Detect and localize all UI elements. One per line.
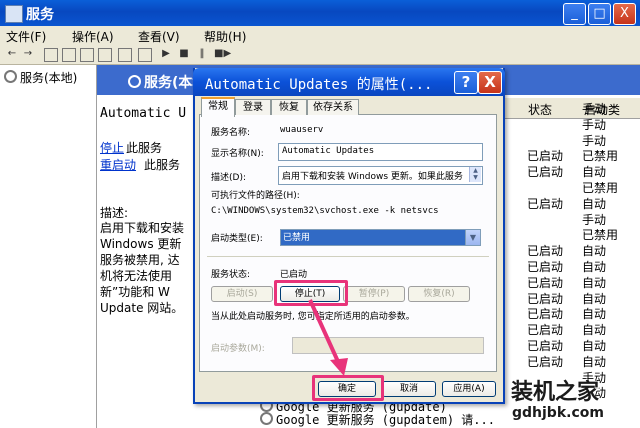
restart-service-link[interactable]: 重启动 (100, 156, 136, 173)
stop-link-suffix: 此服务 (126, 141, 163, 155)
cancel-button[interactable]: 取消 (382, 381, 436, 397)
menu-bar: 文件(F) 操作(A) 查看(V) 帮助(H) (0, 26, 640, 45)
row-startup-type: 自动 (582, 260, 607, 274)
maximize-button[interactable]: □ (588, 3, 611, 25)
row-status: 已启动 (527, 149, 564, 164)
row-status: 已启动 (527, 307, 564, 322)
row-startup-type: 自动 (582, 275, 607, 290)
tree-node-services-local[interactable]: 服务(本地) (4, 69, 77, 86)
menu-view[interactable]: 查看(V) (138, 28, 180, 45)
list-header: 状态 启动类 (498, 98, 640, 119)
column-status[interactable]: 状态 (528, 101, 552, 118)
minimize-button[interactable]: _ (563, 3, 586, 25)
row-startup-type: 已禁用 (582, 149, 619, 164)
chevron-down-icon[interactable]: ▼ (465, 229, 481, 246)
play-icon[interactable]: ▶ (160, 48, 172, 60)
view-icon[interactable] (138, 48, 152, 62)
close-button[interactable]: X (613, 3, 636, 25)
forward-arrow-icon[interactable]: → (22, 48, 34, 60)
watermark-logo: 装机之家 (511, 380, 600, 405)
restart-link-suffix: 此服务 (144, 158, 181, 172)
row-startup-type: 自动 (582, 196, 607, 211)
window-title: 服务 (26, 7, 54, 23)
exe-path-label: 可执行文件的路径(H): (211, 191, 300, 201)
list-item[interactable]: Google 更新服务 (gupdatem) 请... (260, 411, 495, 428)
service-status-label: 服务状态: (211, 270, 251, 280)
row-startup-type: 自动 (582, 165, 607, 180)
row-status: 已启动 (527, 196, 564, 211)
start-params-label: 启动参数(M): (211, 344, 265, 354)
resume-button[interactable]: 恢复(R) (408, 286, 470, 302)
restart-icon[interactable]: ■▶ (214, 48, 231, 60)
tree-pane: 服务(本地) (0, 65, 97, 428)
export-icon[interactable] (98, 48, 112, 62)
description-field-label: 描述(D): (211, 173, 246, 183)
help-icon[interactable] (118, 48, 132, 62)
startup-type-label: 启动类型(E): (211, 234, 263, 244)
services-titlebar[interactable] (0, 0, 640, 26)
apply-button[interactable]: 应用(A) (442, 381, 496, 397)
stop-icon[interactable]: ■ (178, 48, 190, 60)
service-name-value: wuauserv (280, 125, 324, 135)
services-app-icon (5, 5, 23, 23)
row-status: 已启动 (527, 244, 564, 259)
row-startup-type: 自动 (582, 244, 607, 259)
pointer-arrow (308, 299, 348, 376)
row-status: 已启动 (527, 291, 564, 306)
tab-recovery[interactable]: 恢复 (271, 99, 307, 115)
startup-type-select[interactable] (280, 229, 481, 246)
watermark-url: gdhjbk.com (512, 405, 604, 421)
row-status: 已启动 (527, 323, 564, 338)
service-heading: Automatic U (100, 106, 187, 121)
row-startup-type: 自动 (582, 307, 607, 322)
row-startup-type: 手动 (582, 212, 607, 227)
description-label: 描述: (100, 206, 129, 220)
row-startup-type: 已禁用 (582, 181, 619, 195)
back-arrow-icon[interactable]: ← (6, 48, 18, 60)
refresh-icon[interactable] (80, 48, 94, 62)
service-description: 启用下载和安装 Windows 更新 服务被禁用, 达 机将无法使用 新”功能和… (100, 221, 185, 315)
row-status: 已启动 (527, 339, 564, 353)
dialog-title: Automatic Updates 的属性(... (205, 77, 433, 93)
gear-icon (260, 412, 273, 425)
start-button[interactable]: 启动(S) (211, 286, 273, 302)
row-startup-type: 手动 (582, 117, 607, 132)
gear-icon (128, 75, 141, 88)
row-startup-type: 自动 (582, 323, 607, 338)
display-name-value: Automatic Updates (282, 146, 375, 156)
toolbar: ← → ▶ ■ ‖ ■▶ (0, 45, 640, 65)
properties-icon[interactable] (62, 48, 76, 62)
row-status: 已启动 (527, 275, 564, 290)
pause-icon[interactable]: ‖ (196, 48, 208, 60)
row-startup-type: 自动 (582, 339, 607, 353)
service-name-label: 服务名称: (211, 128, 251, 138)
row-status: 已启动 (527, 354, 564, 369)
row-startup-type: 已禁用 (582, 228, 619, 243)
row-status: 已启动 (527, 165, 564, 180)
row-startup-type: 手动 (582, 102, 607, 116)
tab-general[interactable]: 常规 (201, 97, 235, 117)
startup-type-value: 已禁用 (283, 233, 311, 243)
menu-help[interactable]: 帮助(H) (204, 28, 246, 45)
dialog-close-button[interactable]: X (478, 71, 502, 94)
exe-path-value: C:\WINDOWS\system32\svchost.exe -k netsv… (211, 206, 439, 216)
service-status-value: 已启动 (280, 270, 308, 280)
menu-file[interactable]: 文件(F) (6, 28, 46, 45)
tab-logon[interactable]: 登录 (235, 99, 271, 115)
row-startup-type: 手动 (582, 133, 607, 148)
gear-icon (4, 70, 17, 83)
tab-dependencies[interactable]: 依存关系 (307, 99, 359, 115)
description-value: 启用下载和安装 Windows 更新。如果此服务 (282, 172, 463, 182)
row-status: 已启动 (527, 260, 564, 274)
dialog-help-button[interactable]: ? (454, 71, 478, 94)
stop-service-link[interactable]: 停止 (100, 139, 124, 156)
display-name-label: 显示名称(N): (211, 149, 264, 159)
console-tree-icon[interactable] (44, 48, 58, 62)
menu-action[interactable]: 操作(A) (72, 28, 114, 45)
row-startup-type: 自动 (582, 354, 607, 369)
separator (207, 256, 489, 257)
description-scrollbar[interactable]: ▲ ▼ (469, 167, 481, 182)
row-startup-type: 自动 (582, 291, 607, 306)
